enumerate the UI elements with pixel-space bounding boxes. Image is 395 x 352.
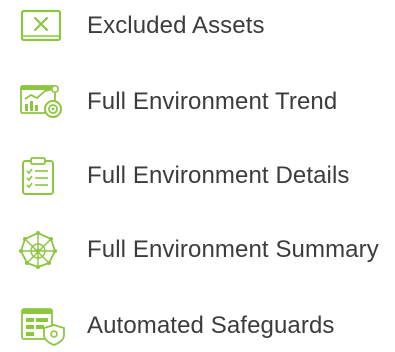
excluded-assets-icon (18, 6, 70, 46)
menu-item-full-environment-summary[interactable]: Full Environment Summary (0, 224, 395, 276)
menu-item-full-environment-trend[interactable]: Full Environment Trend (0, 76, 395, 128)
menu-item-label: Automated Safeguards (87, 312, 335, 339)
menu-item-label: Excluded Assets (87, 12, 265, 39)
environment-trend-icon (18, 82, 70, 122)
menu-item-full-environment-details[interactable]: Full Environment Details (0, 150, 395, 202)
report-menu: Excluded Assets Full Environment Trend F… (0, 0, 395, 346)
menu-item-label: Full Environment Trend (87, 88, 338, 115)
safeguards-shield-icon (18, 306, 70, 346)
menu-item-label: Full Environment Summary (87, 236, 379, 263)
network-globe-icon (18, 230, 70, 270)
menu-item-excluded-assets[interactable]: Excluded Assets (0, 0, 395, 52)
menu-item-label: Full Environment Details (87, 162, 350, 189)
menu-item-automated-safeguards[interactable]: Automated Safeguards (0, 300, 395, 352)
clipboard-checklist-icon (18, 156, 70, 196)
